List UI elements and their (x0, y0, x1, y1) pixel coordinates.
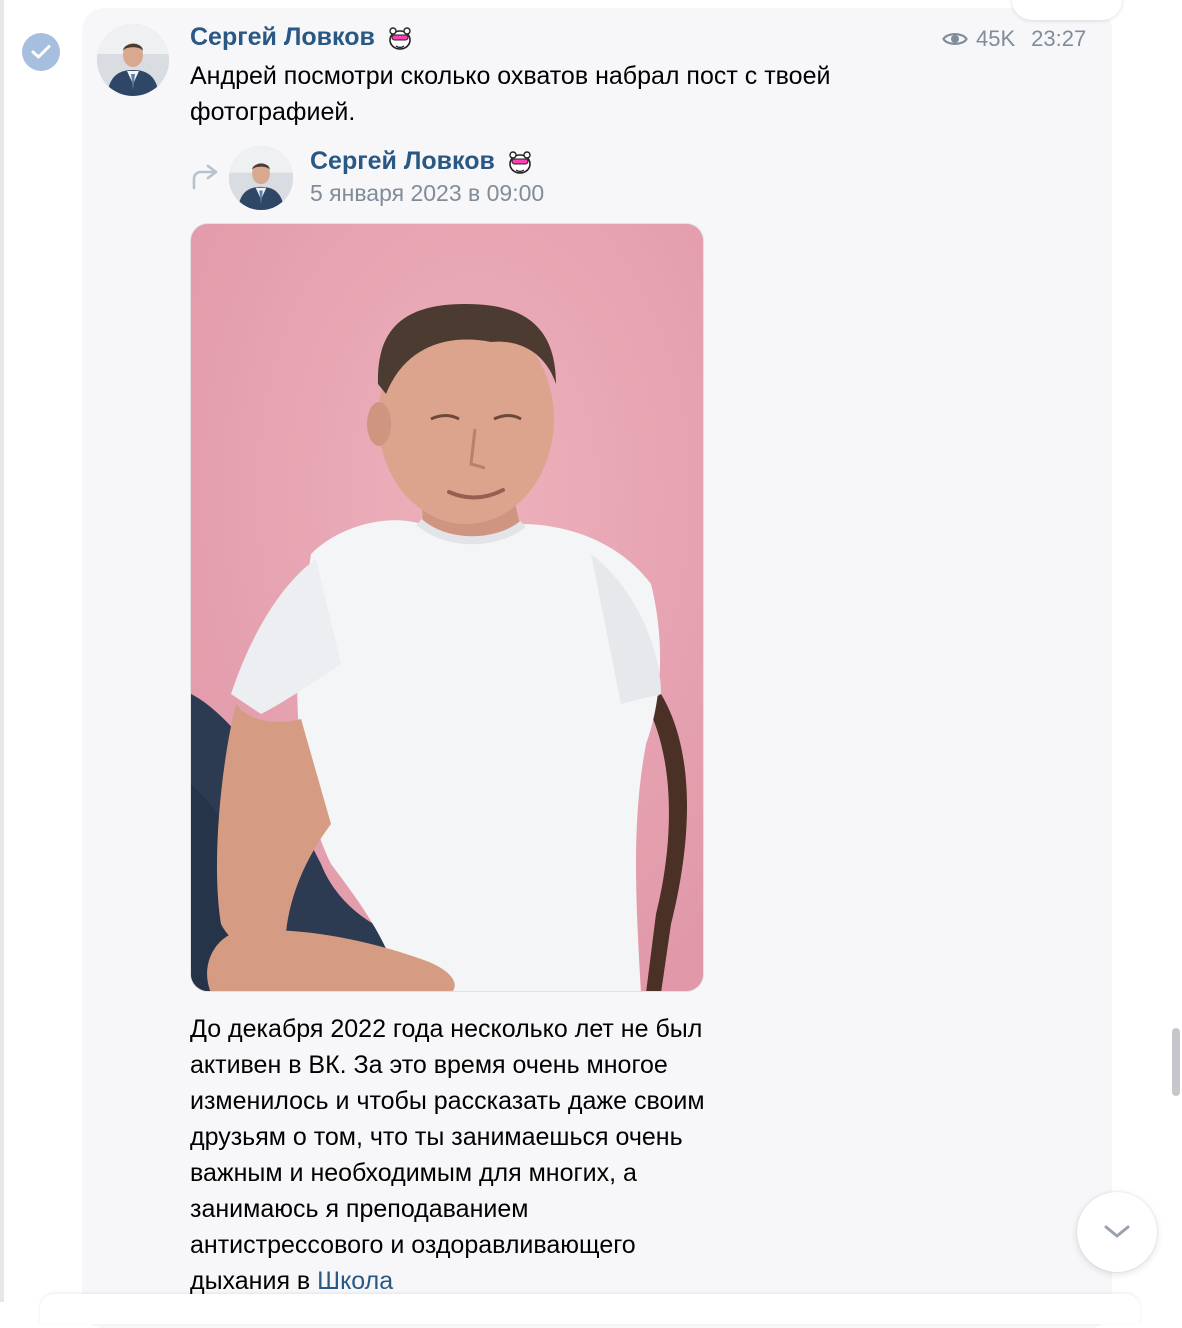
portrait-photo (191, 224, 703, 991)
chevron-down-icon (1104, 1225, 1130, 1238)
avatar-photo (229, 146, 293, 210)
repost-text: До декабря 2022 года несколько лет не бы… (190, 1011, 710, 1299)
avatar[interactable] (97, 24, 169, 96)
scroll-down-button[interactable] (1077, 1192, 1157, 1272)
post-photo[interactable] (190, 223, 704, 992)
window-left-edge (0, 0, 4, 1302)
eye-icon (942, 33, 968, 45)
repost-author-name[interactable]: Сергей Ловков (310, 146, 495, 176)
scrollbar-thumb[interactable] (1172, 1028, 1180, 1096)
avatar-photo (97, 24, 169, 96)
repost-text-body: До декабря 2022 года несколько лет не бы… (190, 1015, 705, 1295)
animal-badge-icon (389, 27, 411, 50)
repost-arrow-icon (192, 164, 218, 190)
animal-badge-icon (509, 151, 531, 174)
check-icon (31, 45, 51, 59)
message-author-name[interactable]: Сергей Ловков (190, 22, 375, 52)
views-count: 45K (976, 26, 1016, 51)
message-text: Андрей посмотри сколько охватов набрал п… (190, 62, 831, 126)
community-link[interactable]: Школа (317, 1267, 393, 1295)
message-meta: 45K 23:27 (942, 26, 1086, 52)
composer-bar-edge (40, 1294, 1140, 1324)
select-message-check[interactable] (22, 33, 60, 71)
message-time[interactable]: 23:27 (1031, 26, 1086, 52)
top-floating-button[interactable] (1012, 0, 1122, 20)
repost-date[interactable]: 5 января 2023 в 09:00 (310, 180, 544, 207)
repost-author-avatar[interactable] (229, 146, 293, 210)
